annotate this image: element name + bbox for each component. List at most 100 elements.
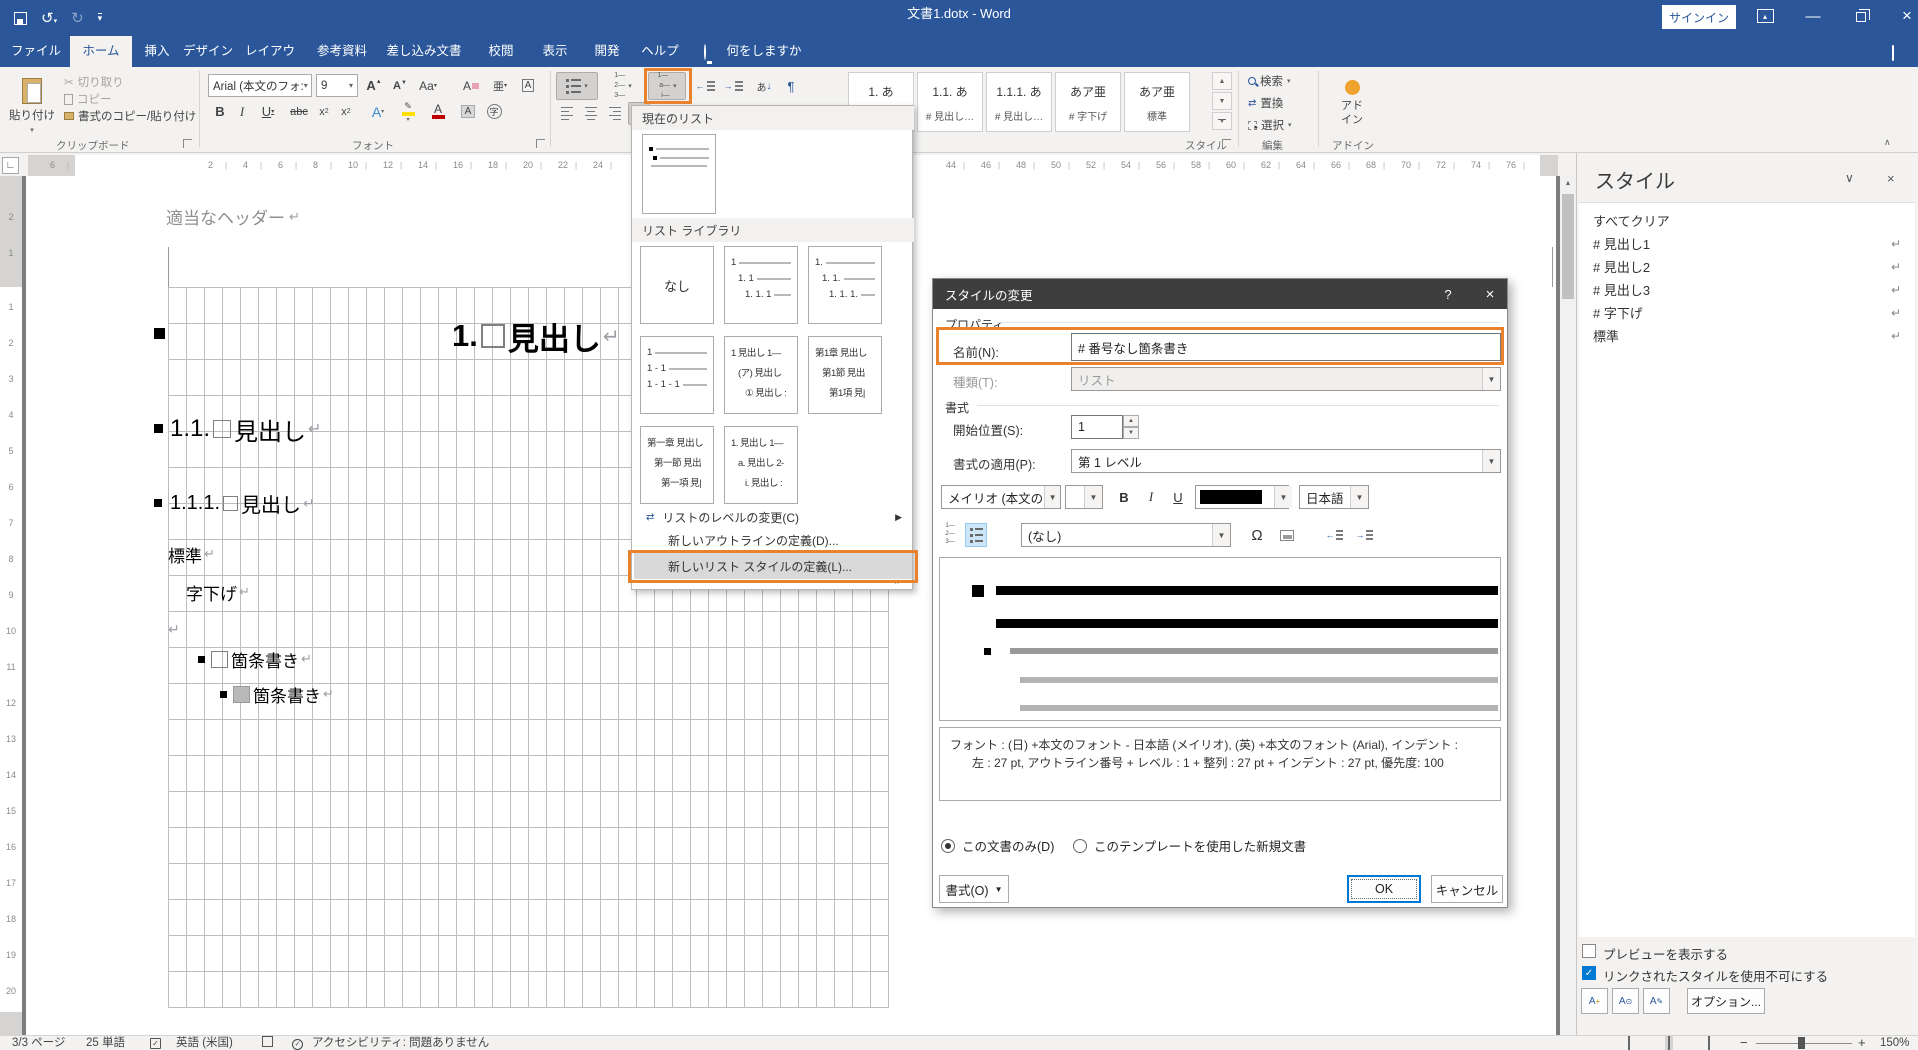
dialog-underline-button[interactable]: U	[1167, 485, 1189, 509]
bold-button[interactable]: B	[210, 100, 230, 123]
superscript-button[interactable]: x2	[336, 100, 356, 123]
collapse-ribbon-icon[interactable]: ∧	[1884, 137, 1891, 148]
tab-review[interactable]: 校閲	[482, 36, 520, 67]
phonetic-guide-button[interactable]: 亜 ▾	[488, 74, 512, 97]
library-alpha-roman[interactable]: 1. 見出し 1— a. 見出し 2- i. 見出し :	[724, 426, 798, 504]
show-marks-button[interactable]: ¶	[780, 72, 802, 100]
grow-font-button[interactable]: A ▲	[362, 74, 386, 97]
ok-button[interactable]: OK	[1347, 875, 1421, 903]
shrink-font-button[interactable]: A ▼	[388, 74, 412, 97]
vertical-ruler[interactable]: 2 1 1 2 3 4 5 6 7 8 9 10 11 12 13 14 15 16 17 18 19 20	[0, 176, 22, 1035]
empty-paragraph-line[interactable]: ↵	[168, 617, 180, 641]
underline-button[interactable]: U ▾	[254, 100, 282, 123]
tab-file[interactable]: ファイル	[8, 36, 64, 67]
new-style-button[interactable]: A +	[1581, 988, 1608, 1014]
find-button[interactable]: 検索 ▾	[1248, 73, 1291, 89]
pane-close-icon[interactable]: ×	[1887, 171, 1895, 186]
macro-icon[interactable]	[262, 1036, 273, 1050]
style-type-combo[interactable]: リスト ▼	[1071, 367, 1501, 391]
page-indicator[interactable]: 3/3 ページ	[12, 1036, 65, 1050]
close-button[interactable]: ×	[1894, 4, 1918, 28]
library-none[interactable]: なし	[640, 246, 714, 324]
picture-button[interactable]	[1275, 523, 1299, 547]
symbol-button[interactable]: Ω	[1245, 523, 1269, 547]
dialog-help-button[interactable]: ?	[1433, 279, 1463, 309]
gallery-scroll-down-button[interactable]: ▼	[1212, 92, 1232, 110]
accessibility-status[interactable]: アクセシビリティ: 問題ありません	[312, 1036, 489, 1050]
dialog-bold-button[interactable]: B	[1113, 485, 1135, 509]
library-heading-katakana[interactable]: 1 見出し 1— (ア) 見出し ① 見出し :	[724, 336, 798, 414]
character-border-button[interactable]: A	[516, 74, 540, 97]
tellme-box[interactable]: 何をしますか	[724, 36, 804, 67]
gallery-more-button[interactable]: ▼	[1212, 112, 1232, 130]
dialog-language-combo[interactable]: 日本語 ▼	[1299, 485, 1369, 509]
style-gallery-item-heading3[interactable]: 1.1.1. あ # 見出し…	[986, 72, 1052, 132]
decrease-indent-button[interactable]: ←	[692, 72, 718, 100]
web-layout-button[interactable]	[1708, 1036, 1710, 1050]
style-name-input[interactable]: # 番号なし箇条書き	[1071, 333, 1501, 361]
copy-button[interactable]: コピー	[64, 91, 112, 107]
document-vertical-scrollbar[interactable]: ▲	[1560, 176, 1576, 1035]
paste-button[interactable]: 貼り付け ▾	[6, 72, 58, 140]
cancel-button[interactable]: キャンセル	[1431, 875, 1503, 903]
scroll-up-arrow[interactable]: ▲	[1560, 176, 1576, 187]
ribbon-display-options-button[interactable]: ▴	[1752, 4, 1778, 28]
bullets-button[interactable]: ▾	[556, 72, 598, 100]
tab-design[interactable]: デザイン	[182, 36, 234, 67]
normal-line[interactable]: 標準 ↵	[168, 542, 215, 566]
current-list-preview[interactable]	[642, 134, 716, 214]
tab-mailings[interactable]: 差し込み文書	[386, 36, 462, 67]
font-size-combo[interactable]: 9 ▾	[316, 74, 358, 97]
minimize-button[interactable]: —	[1800, 4, 1826, 28]
dialog-size-combo[interactable]: ▼	[1065, 485, 1103, 509]
align-right-button[interactable]	[604, 102, 626, 125]
spin-down-button[interactable]: ▼	[1123, 427, 1139, 439]
zoom-level[interactable]: 150%	[1880, 1036, 1909, 1050]
show-preview-checkbox[interactable]	[1582, 944, 1596, 958]
bullet-line-1[interactable]: 箇条書き ↵	[198, 647, 312, 671]
style-item-heading2[interactable]: # 見出し2 ↵	[1579, 255, 1915, 278]
radio-new-documents[interactable]: このテンプレートを使用した新規文書	[1073, 836, 1306, 855]
menu-define-new-list-style[interactable]: 新しいリスト スタイルの定義(L)...	[634, 553, 912, 579]
replace-button[interactable]: ⇄ 置換	[1248, 95, 1283, 111]
align-center-button[interactable]	[580, 102, 602, 125]
style-gallery-item-normal[interactable]: あア亜 標準	[1124, 72, 1190, 132]
style-item-heading1[interactable]: # 見出し1 ↵	[1579, 232, 1915, 255]
dialog-title-bar[interactable]: スタイルの変更	[933, 279, 1507, 309]
numbering-button[interactable]: 1— 2— 3— ▾	[602, 72, 644, 100]
clipboard-dialog-launcher[interactable]	[183, 139, 192, 148]
tab-selector[interactable]: ∟	[2, 157, 19, 174]
read-mode-button[interactable]	[1628, 1036, 1630, 1050]
style-item-heading3[interactable]: # 見出し3 ↵	[1579, 278, 1915, 301]
align-left-button[interactable]	[556, 102, 578, 125]
italic-button[interactable]: I	[232, 100, 252, 123]
bullet-line-2[interactable]: 箇条書き ↵	[220, 682, 334, 706]
style-item-clear-all[interactable]: すべてクリア	[1579, 209, 1915, 232]
library-numbered-dot[interactable]: 1. 1. 1. 1. 1. 1.	[808, 246, 882, 324]
styles-dialog-launcher[interactable]	[1222, 139, 1231, 148]
dialog-increase-indent-button[interactable]: →	[1351, 523, 1377, 547]
word-count[interactable]: 25 単語	[86, 1036, 125, 1050]
restore-button[interactable]	[1848, 4, 1874, 28]
accessibility-icon[interactable]: ✓	[292, 1036, 303, 1050]
style-item-indent[interactable]: # 字下げ ↵	[1579, 301, 1915, 324]
styles-options-button[interactable]: オプション...	[1687, 988, 1765, 1014]
apply-to-combo[interactable]: 第 1 レベル ▼	[1071, 449, 1501, 473]
sort-button[interactable]: あ ↓	[750, 72, 778, 100]
cut-button[interactable]: ✂ 切り取り	[64, 74, 124, 90]
font-dialog-launcher[interactable]	[536, 139, 545, 148]
heading1-line[interactable]: 1. 見出し ↵	[452, 316, 620, 357]
language-indicator[interactable]: 英語 (米国)	[176, 1036, 233, 1050]
dialog-bullets-button[interactable]	[965, 523, 987, 547]
font-color-button[interactable]: A	[424, 100, 452, 123]
spin-up-button[interactable]: ▲	[1123, 415, 1139, 427]
manage-styles-button[interactable]: A ✎	[1643, 988, 1670, 1014]
style-gallery-item-indent[interactable]: あア亜 # 字下げ	[1055, 72, 1121, 132]
library-dash-numbers[interactable]: 1 1 - 1 1 - 1 - 1	[640, 336, 714, 414]
text-effects-button[interactable]: A ▾	[364, 100, 392, 123]
comments-icon[interactable]	[1892, 45, 1894, 61]
tab-developer[interactable]: 開発	[588, 36, 626, 67]
tab-insert[interactable]: 挿入	[138, 36, 176, 67]
multilevel-list-button[interactable]: 1— a— i— ▾	[648, 72, 686, 100]
style-gallery-item-heading2[interactable]: 1.1. あ # 見出し…	[917, 72, 983, 132]
